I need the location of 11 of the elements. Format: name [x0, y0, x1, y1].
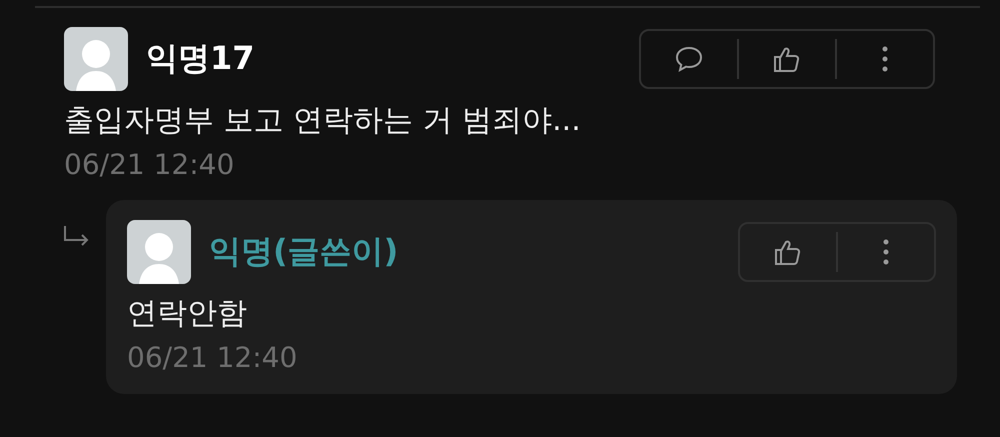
avatar — [64, 27, 128, 91]
more-icon — [881, 44, 889, 74]
avatar — [127, 220, 191, 284]
more-icon — [882, 237, 890, 267]
timestamp: 06/21 12:40 — [127, 341, 298, 374]
comment-text: 연락안함 — [127, 295, 248, 333]
speech-bubble-icon — [674, 45, 704, 73]
author-name: 익명17 — [146, 38, 255, 79]
comment-text: 출입자명부 보고 연락하는 거 범죄야... — [64, 102, 582, 140]
timestamp: 06/21 12:40 — [64, 148, 236, 181]
author-name: 익명(글쓴이) — [209, 231, 398, 272]
